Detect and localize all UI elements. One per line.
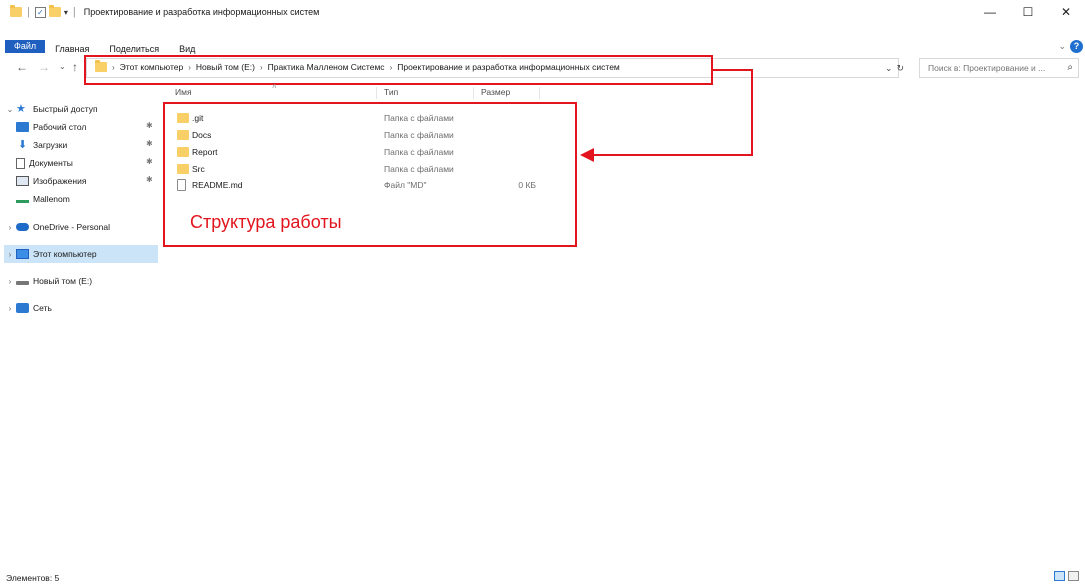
forward-button[interactable]: → (38, 60, 50, 74)
sidebar-item-label: Загрузки (33, 140, 68, 150)
pin-icon[interactable]: ✱ (146, 139, 153, 148)
cloud-icon (16, 223, 29, 231)
sidebar-item-label: Рабочий стол (33, 122, 87, 132)
download-icon: ⬇ (17, 139, 28, 151)
document-icon (16, 157, 25, 169)
sidebar-item-label: Сеть (33, 303, 52, 313)
network-icon (16, 303, 29, 313)
expand-icon[interactable]: ⌄ (4, 105, 16, 114)
sidebar-item-label: Документы (29, 158, 73, 168)
title-bar: | ✓ ▾ | Проектирование и разработка инфо… (0, 0, 1085, 24)
recent-locations-button[interactable]: ⌄ (59, 62, 66, 71)
up-button[interactable]: ↑ (72, 60, 78, 74)
tab-file[interactable]: Файл (5, 40, 46, 53)
expand-ribbon-icon[interactable]: ⌄ (1058, 41, 1066, 52)
toolbar-separator: | (27, 6, 30, 18)
column-header-type[interactable]: Тип (369, 87, 474, 99)
column-header-name[interactable]: Имя (160, 87, 377, 99)
properties-icon[interactable]: ✓ (34, 6, 46, 18)
refresh-icon[interactable]: ↻ (897, 63, 905, 74)
sidebar-item-label: Этот компьютер (33, 249, 97, 259)
pictures-icon (16, 176, 29, 186)
minimize-button[interactable]: — (971, 0, 1009, 24)
annotation-label: Структура работы (190, 212, 342, 232)
sidebar-item-network[interactable]: › Сеть (4, 299, 52, 317)
back-button[interactable]: ← (16, 60, 28, 74)
customize-toolbar-icon[interactable]: ▾ (64, 8, 68, 17)
computer-icon (16, 249, 29, 259)
drive-icon (16, 281, 29, 285)
tab-home[interactable]: Главная (45, 43, 99, 55)
close-button[interactable]: ✕ (1047, 0, 1085, 24)
sidebar-item-label: Изображения (33, 176, 87, 186)
search-box[interactable]: ⌕ (919, 58, 1079, 78)
navigation-pane: ⌄ ★ Быстрый доступ Рабочий стол ✱ ⬇ Загр… (0, 92, 160, 572)
quick-access-toolbar: | ✓ ▾ | Проектирование и разработка инфо… (0, 5, 320, 18)
ribbon: Файл Главная Поделиться Вид ⌄ ? (0, 24, 1085, 55)
star-icon: ★ (16, 103, 26, 115)
folder-icon[interactable] (10, 5, 22, 17)
expand-icon[interactable]: › (4, 304, 16, 313)
maximize-button[interactable]: ☐ (1009, 0, 1047, 24)
sidebar-item-label: Mallenom (33, 194, 70, 204)
folder-icon (16, 199, 29, 203)
search-icon[interactable]: ⌕ (1067, 62, 1073, 73)
sidebar-item-downloads[interactable]: ⬇ Загрузки (16, 136, 67, 154)
annotation-box-address (84, 55, 713, 85)
tab-share[interactable]: Поделиться (99, 43, 169, 55)
pin-icon[interactable]: ✱ (146, 157, 153, 166)
column-header-size[interactable]: Размер (466, 87, 540, 99)
pin-icon[interactable]: ✱ (146, 175, 153, 184)
toolbar-separator: | (72, 6, 76, 18)
sidebar-item-mallenom[interactable]: Mallenom (16, 190, 70, 208)
search-input[interactable] (920, 59, 1056, 77)
address-dropdown-icon[interactable]: ⌄ (885, 63, 893, 74)
expand-icon[interactable]: › (4, 223, 16, 232)
arrow-head (580, 148, 594, 162)
sidebar-item-documents[interactable]: Документы (16, 154, 73, 172)
sidebar-item-new-volume[interactable]: › Новый том (E:) (4, 272, 92, 290)
window-title: Проектирование и разработка информационн… (83, 7, 320, 17)
status-item-count: Элементов: 5 (6, 573, 60, 583)
sidebar-item-quick-access[interactable]: ⌄ ★ Быстрый доступ (4, 100, 98, 118)
sidebar-item-label: OneDrive - Personal (33, 222, 111, 232)
sidebar-item-pictures[interactable]: Изображения (16, 172, 86, 190)
sidebar-item-this-pc[interactable]: › Этот компьютер (4, 245, 158, 263)
desktop-icon (16, 122, 29, 132)
help-icon[interactable]: ? (1070, 40, 1083, 53)
sidebar-item-label: Быстрый доступ (33, 104, 98, 114)
large-icons-view-button[interactable] (1068, 571, 1079, 581)
expand-icon[interactable]: › (4, 250, 16, 259)
pin-icon[interactable]: ✱ (146, 121, 153, 130)
new-folder-icon[interactable] (48, 5, 61, 17)
expand-icon[interactable]: › (4, 277, 16, 286)
sidebar-item-onedrive[interactable]: › OneDrive - Personal (4, 218, 110, 236)
tab-view[interactable]: Вид (169, 43, 205, 55)
sidebar-item-desktop[interactable]: Рабочий стол (16, 118, 86, 136)
sidebar-item-label: Новый том (E:) (33, 276, 93, 286)
details-view-button[interactable] (1054, 571, 1065, 581)
